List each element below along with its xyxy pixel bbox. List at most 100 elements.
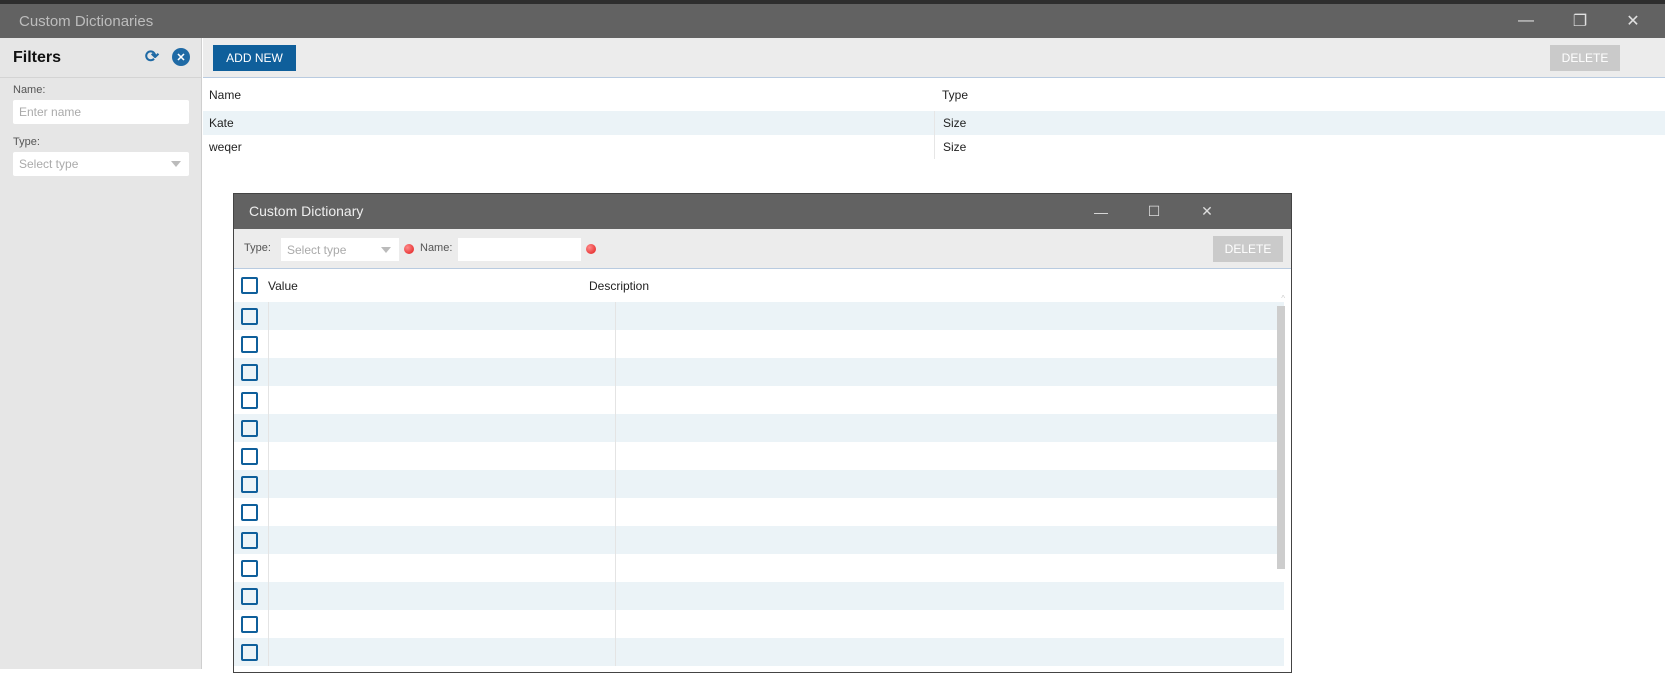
cell-value[interactable] xyxy=(268,470,615,498)
type-placeholder: Select type xyxy=(19,157,79,171)
scroll-up-icon[interactable]: ^ xyxy=(1281,294,1285,303)
dialog-name-input[interactable] xyxy=(458,238,581,261)
dialog-title: Custom Dictionary xyxy=(249,203,364,219)
cell-value[interactable] xyxy=(268,414,615,442)
dialog-minimize-button[interactable]: — xyxy=(1076,194,1126,229)
cell-description[interactable] xyxy=(615,330,1284,358)
close-button[interactable]: ✕ xyxy=(1608,4,1658,38)
row-checkbox[interactable] xyxy=(241,419,258,437)
grid-header: Name Type xyxy=(203,79,1665,111)
restore-button[interactable]: ❐ xyxy=(1555,4,1605,38)
add-new-button[interactable]: ADD NEW xyxy=(213,45,296,71)
row-checkbox[interactable] xyxy=(241,643,258,661)
row-checkbox[interactable] xyxy=(241,475,258,493)
dialog-type-select[interactable]: Select type xyxy=(281,238,399,261)
column-description[interactable]: Description xyxy=(589,279,649,293)
cell-description[interactable] xyxy=(615,582,1284,610)
table-row[interactable] xyxy=(234,582,1284,610)
type-filter-select[interactable]: Select type xyxy=(13,152,189,176)
delete-button[interactable]: DELETE xyxy=(1550,45,1620,71)
row-checkbox[interactable] xyxy=(241,615,258,633)
table-row[interactable]: Kate Size xyxy=(203,111,1665,135)
cell-value[interactable] xyxy=(268,638,615,666)
column-type[interactable]: Type xyxy=(934,79,1665,111)
row-checkbox[interactable] xyxy=(241,447,258,465)
name-filter-input[interactable]: Enter name xyxy=(13,100,189,124)
cell-description[interactable] xyxy=(615,358,1284,386)
select-all-checkbox[interactable] xyxy=(241,277,258,294)
minimize-button[interactable]: — xyxy=(1501,4,1551,38)
table-row[interactable]: weqer Size xyxy=(203,135,1665,159)
cell-name: Kate xyxy=(209,116,234,130)
clear-filters-icon[interactable]: ✕ xyxy=(172,48,190,66)
dialog-type-label: Type: xyxy=(244,242,271,254)
type-label: Type: xyxy=(13,136,40,148)
column-name[interactable]: Name xyxy=(203,88,934,102)
custom-dictionary-dialog: Custom Dictionary — ☐ ✕ Type: Select typ… xyxy=(233,193,1292,673)
row-checkbox[interactable] xyxy=(241,335,258,353)
dialog-titlebar: Custom Dictionary — ☐ ✕ xyxy=(234,194,1291,229)
table-row[interactable] xyxy=(234,330,1284,358)
cell-description[interactable] xyxy=(615,386,1284,414)
row-checkbox[interactable] xyxy=(241,391,258,409)
table-row[interactable] xyxy=(234,498,1284,526)
cell-type: Size xyxy=(934,135,1665,159)
cell-description[interactable] xyxy=(615,526,1284,554)
dialog-rows xyxy=(234,302,1291,666)
cell-value[interactable] xyxy=(268,330,615,358)
cell-description[interactable] xyxy=(615,554,1284,582)
row-checkbox[interactable] xyxy=(241,363,258,381)
dialog-name-label: Name: xyxy=(420,242,453,254)
cell-name: weqer xyxy=(209,140,242,154)
table-row[interactable] xyxy=(234,610,1284,638)
cell-value[interactable] xyxy=(268,386,615,414)
table-row[interactable] xyxy=(234,302,1284,330)
table-row[interactable] xyxy=(234,442,1284,470)
cell-value[interactable] xyxy=(268,582,615,610)
row-checkbox[interactable] xyxy=(241,531,258,549)
cell-description[interactable] xyxy=(615,498,1284,526)
cell-value[interactable] xyxy=(268,526,615,554)
filters-title: Filters xyxy=(13,49,62,66)
cell-description[interactable] xyxy=(615,470,1284,498)
cell-value[interactable] xyxy=(268,610,615,638)
cell-description[interactable] xyxy=(615,442,1284,470)
dialog-close-button[interactable]: ✕ xyxy=(1182,194,1232,229)
dialog-toolbar: Type: Select type Name: DELETE xyxy=(234,229,1291,269)
column-value[interactable]: Value xyxy=(268,279,589,293)
filters-header: Filters ⟳ ✕ xyxy=(0,38,201,78)
row-checkbox[interactable] xyxy=(241,307,258,325)
row-checkbox[interactable] xyxy=(241,503,258,521)
table-row[interactable] xyxy=(234,386,1284,414)
cell-description[interactable] xyxy=(615,610,1284,638)
required-indicator-icon xyxy=(586,244,596,254)
cell-value[interactable] xyxy=(268,498,615,526)
table-row[interactable] xyxy=(234,638,1284,666)
cell-value[interactable] xyxy=(268,442,615,470)
name-label: Name: xyxy=(13,84,46,96)
cell-description[interactable] xyxy=(615,414,1284,442)
dialog-delete-button[interactable]: DELETE xyxy=(1213,236,1283,262)
table-row[interactable] xyxy=(234,358,1284,386)
table-row[interactable] xyxy=(234,554,1284,582)
chevron-down-icon xyxy=(381,247,391,253)
row-checkbox[interactable] xyxy=(241,587,258,605)
window-title: Custom Dictionaries xyxy=(0,4,1665,38)
cell-type: Size xyxy=(934,111,1665,135)
table-row[interactable] xyxy=(234,470,1284,498)
row-checkbox[interactable] xyxy=(241,559,258,577)
dialog-maximize-button[interactable]: ☐ xyxy=(1129,194,1179,229)
table-row[interactable] xyxy=(234,414,1284,442)
dictionaries-grid: Name Type Kate Size weqer Size xyxy=(203,79,1665,159)
dialog-grid-header: Value Description xyxy=(234,269,1291,302)
filters-sidebar: Filters ⟳ ✕ Name: Enter name Type: Selec… xyxy=(0,38,202,669)
cell-value[interactable] xyxy=(268,554,615,582)
cell-description[interactable] xyxy=(615,638,1284,666)
cell-value[interactable] xyxy=(268,358,615,386)
cell-value[interactable] xyxy=(268,302,615,330)
refresh-icon[interactable]: ⟳ xyxy=(143,47,161,66)
scrollbar[interactable] xyxy=(1277,306,1285,569)
cell-description[interactable] xyxy=(615,302,1284,330)
table-row[interactable] xyxy=(234,526,1284,554)
dialog-type-placeholder: Select type xyxy=(287,243,347,257)
